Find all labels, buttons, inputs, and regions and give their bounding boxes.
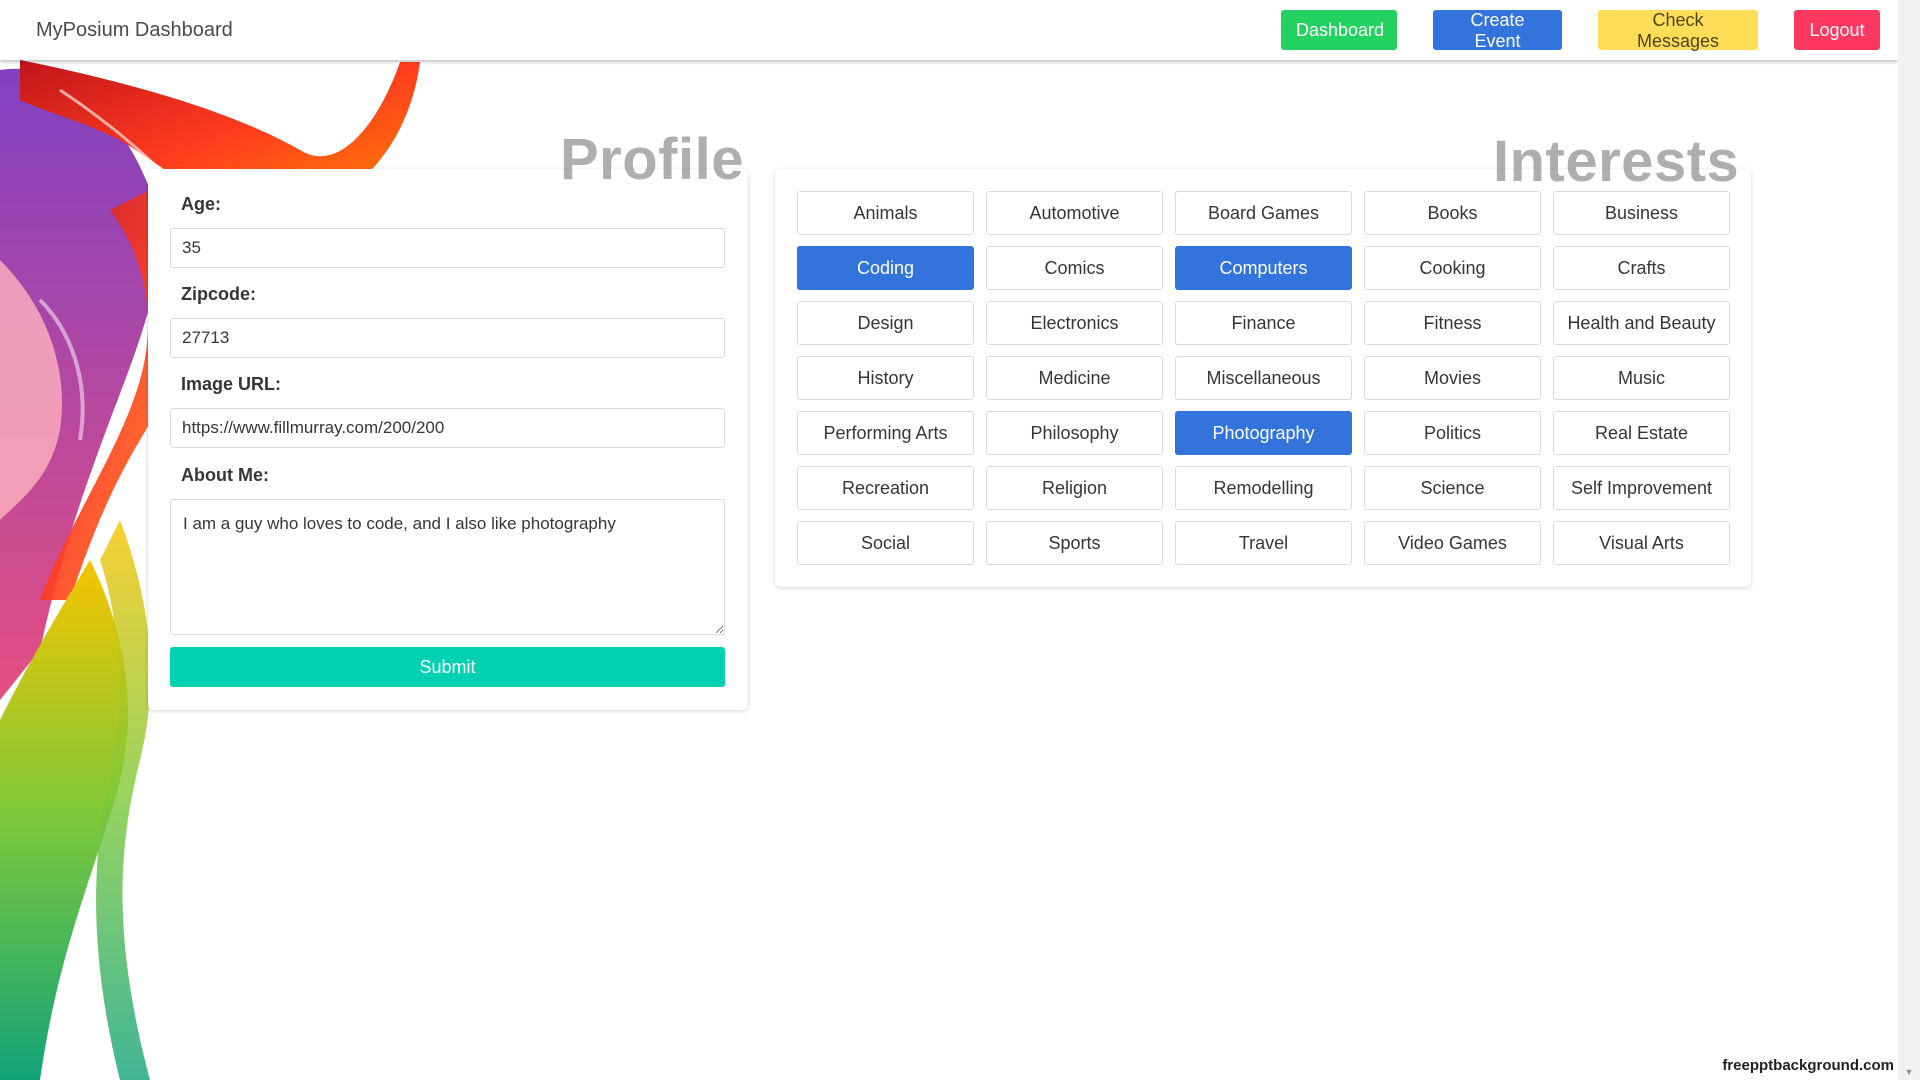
submit-button[interactable]: Submit <box>170 647 725 687</box>
age-label: Age: <box>181 194 221 214</box>
image-url-input[interactable] <box>170 408 725 448</box>
top-navbar: MyPosium Dashboard Dashboard Create Even… <box>0 0 1898 60</box>
zipcode-label: Zipcode: <box>181 284 256 304</box>
interest-button-real-estate[interactable]: Real Estate <box>1553 411 1730 455</box>
interest-button-religion[interactable]: Religion <box>986 466 1163 510</box>
interest-button-fitness[interactable]: Fitness <box>1364 301 1541 345</box>
interest-button-philosophy[interactable]: Philosophy <box>986 411 1163 455</box>
interest-button-medicine[interactable]: Medicine <box>986 356 1163 400</box>
scrollbar-thumb[interactable] <box>1902 0 1916 1064</box>
interest-button-miscellaneous[interactable]: Miscellaneous <box>1175 356 1352 400</box>
interest-button-animals[interactable]: Animals <box>797 191 974 235</box>
scroll-down-arrow-icon[interactable]: ▼ <box>1898 1064 1920 1080</box>
interest-button-movies[interactable]: Movies <box>1364 356 1541 400</box>
about-me-label: About Me: <box>181 465 269 485</box>
interest-button-photography[interactable]: Photography <box>1175 411 1352 455</box>
interest-button-coding[interactable]: Coding <box>797 246 974 290</box>
interest-button-recreation[interactable]: Recreation <box>797 466 974 510</box>
interest-button-computers[interactable]: Computers <box>1175 246 1352 290</box>
interest-button-sports[interactable]: Sports <box>986 521 1163 565</box>
interest-button-business[interactable]: Business <box>1553 191 1730 235</box>
interest-button-visual-arts[interactable]: Visual Arts <box>1553 521 1730 565</box>
interests-grid: Animals Automotive Board Games Books Busines… <box>797 191 1731 565</box>
about-me-textarea[interactable]: I am a guy who loves to code, and I also… <box>170 499 725 635</box>
interest-button-history[interactable]: History <box>797 356 974 400</box>
interest-button-electronics[interactable]: Electronics <box>986 301 1163 345</box>
interests-card: Animals Automotive Board Games Books Busines… <box>775 169 1751 587</box>
check-messages-button[interactable]: Check Messages <box>1598 10 1758 51</box>
interest-button-performing-arts[interactable]: Performing Arts <box>797 411 974 455</box>
interest-button-music[interactable]: Music <box>1553 356 1730 400</box>
profile-card: Age: Zipcode: Image URL: About Me: I am … <box>148 169 748 710</box>
interest-button-board-games[interactable]: Board Games <box>1175 191 1352 235</box>
age-input[interactable] <box>170 228 725 268</box>
interest-button-self-improvement[interactable]: Self Improvement <box>1553 466 1730 510</box>
interest-button-science[interactable]: Science <box>1364 466 1541 510</box>
logout-button[interactable]: Logout <box>1794 10 1880 50</box>
dashboard-button[interactable]: Dashboard <box>1281 10 1397 50</box>
create-event-button[interactable]: Create Event <box>1433 10 1562 51</box>
interest-button-health-and-beauty[interactable]: Health and Beauty <box>1553 301 1730 345</box>
zipcode-input[interactable] <box>170 318 725 358</box>
interest-button-politics[interactable]: Politics <box>1364 411 1541 455</box>
watermark-text: freepptbackground.com <box>1722 1057 1894 1074</box>
interest-button-automotive[interactable]: Automotive <box>986 191 1163 235</box>
interest-button-books[interactable]: Books <box>1364 191 1541 235</box>
interest-button-design[interactable]: Design <box>797 301 974 345</box>
interest-button-crafts[interactable]: Crafts <box>1553 246 1730 290</box>
interest-button-video-games[interactable]: Video Games <box>1364 521 1541 565</box>
interest-button-remodelling[interactable]: Remodelling <box>1175 466 1352 510</box>
brand-title[interactable]: MyPosium Dashboard <box>36 19 233 42</box>
interest-button-finance[interactable]: Finance <box>1175 301 1352 345</box>
profile-heading: Profile <box>560 127 744 192</box>
interest-button-social[interactable]: Social <box>797 521 974 565</box>
interest-button-comics[interactable]: Comics <box>986 246 1163 290</box>
interest-button-travel[interactable]: Travel <box>1175 521 1352 565</box>
interests-heading: Interests <box>1493 129 1740 194</box>
image-url-label: Image URL: <box>181 374 282 394</box>
interest-button-cooking[interactable]: Cooking <box>1364 246 1541 290</box>
page-scrollbar[interactable]: ▲ ▼ <box>1898 0 1920 1080</box>
